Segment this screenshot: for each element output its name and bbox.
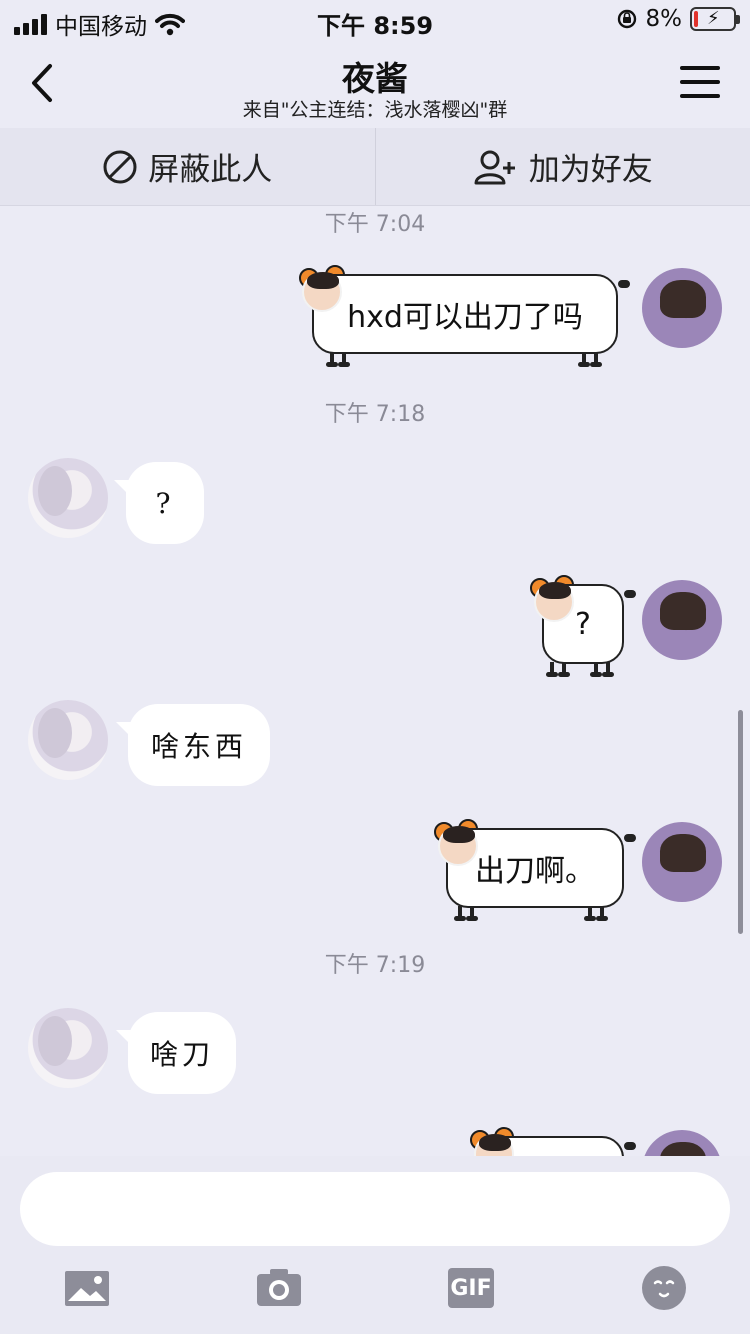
page-title: 夜酱 xyxy=(342,59,408,98)
timestamp: 下午 7:19 xyxy=(324,953,426,978)
message-bubble-me[interactable]: hxd可以出刀了吗 xyxy=(296,264,636,368)
page-subtitle: 来自"公主连结：浅水落樱凶"群 xyxy=(242,99,508,121)
avatar-me[interactable] xyxy=(642,822,722,902)
block-user-button[interactable]: 屏蔽此人 xyxy=(0,128,375,205)
block-user-label: 屏蔽此人 xyxy=(148,152,273,188)
avatar-other[interactable] xyxy=(28,1008,108,1088)
block-icon xyxy=(103,150,137,183)
camera-icon[interactable] xyxy=(256,1268,302,1308)
add-friend-label: 加为好友 xyxy=(528,152,653,188)
timestamp: 下午 7:04 xyxy=(324,212,426,237)
nav-bar: 夜酱 来自"公主连结：浅水落樱凶"群 xyxy=(0,40,750,128)
gif-icon[interactable]: GIF xyxy=(448,1268,494,1308)
timestamp: 下午 7:18 xyxy=(324,402,426,427)
chat-area[interactable]: 下午 7:04 hxd可以出刀了吗 下午 7:18 ? ? 啥东西 出刀啊。 下… xyxy=(0,206,750,1156)
avatar-other[interactable] xyxy=(28,458,108,538)
battery-level xyxy=(694,11,698,27)
add-user-icon xyxy=(474,150,515,184)
message-bubble-me[interactable]: ? xyxy=(528,574,638,678)
input-bar: GIF xyxy=(0,1156,750,1334)
message-bubble-me[interactable]: 出刀啊。 xyxy=(432,818,638,922)
message-bubble-other[interactable]: ? xyxy=(114,462,204,544)
avatar-other[interactable] xyxy=(28,700,108,780)
avatar-me[interactable] xyxy=(642,268,722,348)
action-bar: 屏蔽此人 加为好友 xyxy=(0,128,750,206)
image-icon[interactable] xyxy=(64,1268,110,1308)
menu-icon[interactable] xyxy=(680,66,720,100)
avatar-me[interactable] xyxy=(642,1130,722,1156)
message-bubble-me-partial[interactable] xyxy=(468,1126,638,1156)
message-input[interactable] xyxy=(20,1172,730,1246)
battery-percent: 8% xyxy=(645,6,683,32)
battery-icon: ⚡ xyxy=(690,7,740,31)
message-bubble-other[interactable]: 啥东西 xyxy=(116,704,270,786)
message-text: hxd可以出刀了吗 xyxy=(312,274,618,354)
status-bar: 中国移动 下午 8:59 8% ⚡ xyxy=(0,0,750,40)
message-bubble-other[interactable]: 啥刀 xyxy=(116,1012,236,1094)
scrollbar[interactable] xyxy=(738,710,743,934)
emoji-icon[interactable] xyxy=(642,1266,686,1310)
orientation-lock-icon xyxy=(617,9,636,29)
add-friend-button[interactable]: 加为好友 xyxy=(374,128,750,205)
avatar-me[interactable] xyxy=(642,580,722,660)
face-icon xyxy=(653,1280,675,1298)
